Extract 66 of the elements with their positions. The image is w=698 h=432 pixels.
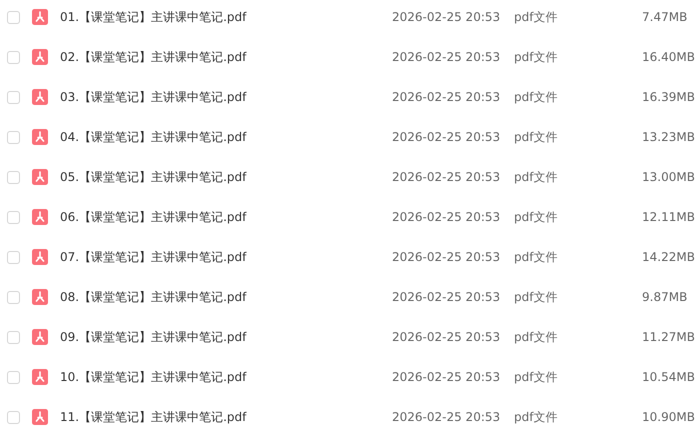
checkbox[interactable] [7,90,20,104]
file-size: 7.47MB [642,9,688,26]
file-type: pdf文件 [514,289,558,306]
pdf-file-icon [32,169,48,185]
checkbox[interactable] [7,370,20,384]
pdf-file-icon [32,9,48,25]
file-name[interactable]: 07.【课堂笔记】主讲课中笔记.pdf [60,248,392,266]
checkbox[interactable] [7,10,20,24]
file-size: 9.87MB [642,289,688,306]
file-size: 13.00MB [642,169,695,186]
file-size: 11.27MB [642,329,695,346]
file-size: 16.40MB [642,49,695,66]
pdf-file-icon [32,289,48,305]
modified-date: 2026-02-25 20:53 [392,209,502,226]
file-name[interactable]: 01.【课堂笔记】主讲课中笔记.pdf [60,8,392,26]
file-type: pdf文件 [514,129,558,146]
file-type: pdf文件 [514,169,558,186]
checkbox[interactable] [7,290,20,304]
file-size: 12.11MB [642,209,695,226]
modified-date: 2026-02-25 20:53 [392,409,502,426]
file-name[interactable]: 03.【课堂笔记】主讲课中笔记.pdf [60,88,392,106]
file-type: pdf文件 [514,89,558,106]
pdf-file-icon [32,49,48,65]
modified-date: 2026-02-25 20:53 [392,289,502,306]
checkbox[interactable] [7,210,20,224]
pdf-file-icon [32,329,48,345]
file-type: pdf文件 [514,49,558,66]
pdf-file-icon [32,369,48,385]
file-type: pdf文件 [514,209,558,226]
checkbox[interactable] [7,130,20,144]
file-name[interactable]: 10.【课堂笔记】主讲课中笔记.pdf [60,368,392,386]
file-type: pdf文件 [514,329,558,346]
checkbox[interactable] [7,410,20,424]
pdf-file-icon [32,89,48,105]
modified-date: 2026-02-25 20:53 [392,369,502,386]
modified-date: 2026-02-25 20:53 [392,329,502,346]
file-type: pdf文件 [514,369,558,386]
file-name[interactable]: 04.【课堂笔记】主讲课中笔记.pdf [60,128,392,146]
modified-date: 2026-02-25 20:53 [392,169,502,186]
file-type: pdf文件 [514,9,558,26]
pdf-file-icon [32,129,48,145]
file-size: 10.90MB [642,409,695,426]
file-type: pdf文件 [514,249,558,266]
pdf-file-icon [32,409,48,425]
pdf-file-icon [32,249,48,265]
file-name[interactable]: 05.【课堂笔记】主讲课中笔记.pdf [60,168,392,186]
checkbox[interactable] [7,50,20,64]
modified-date: 2026-02-25 20:53 [392,9,502,26]
modified-date: 2026-02-25 20:53 [392,249,502,266]
modified-date: 2026-02-25 20:53 [392,129,502,146]
file-name[interactable]: 11.【课堂笔记】主讲课中笔记.pdf [60,408,392,426]
file-name[interactable]: 08.【课堂笔记】主讲课中笔记.pdf [60,288,392,306]
file-size: 13.23MB [642,129,695,146]
checkbox[interactable] [7,250,20,264]
file-size: 16.39MB [642,89,695,106]
file-name[interactable]: 06.【课堂笔记】主讲课中笔记.pdf [60,208,392,226]
checkbox[interactable] [7,170,20,184]
modified-date: 2026-02-25 20:53 [392,49,502,66]
file-size: 14.22MB [642,249,695,266]
checkbox[interactable] [7,330,20,344]
file-size: 10.54MB [642,369,695,386]
modified-date: 2026-02-25 20:53 [392,89,502,106]
file-name[interactable]: 02.【课堂笔记】主讲课中笔记.pdf [60,48,392,66]
pdf-file-icon [32,209,48,225]
file-type: pdf文件 [514,409,558,426]
file-name[interactable]: 09.【课堂笔记】主讲课中笔记.pdf [60,328,392,346]
